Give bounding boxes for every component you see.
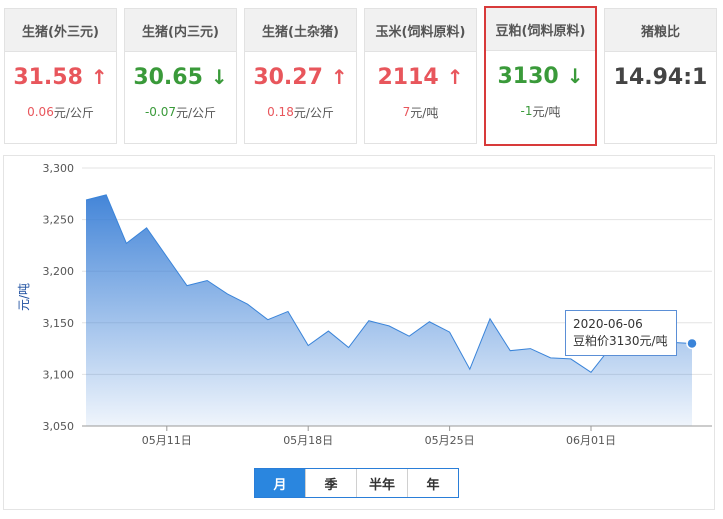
price-card-3[interactable]: 生猪(土杂猪) 30.27 ↑ 0.18 元/公斤	[244, 8, 357, 144]
tooltip-text: 豆粕价3130元/吨	[573, 334, 668, 348]
card-change-value: 0.06	[27, 105, 54, 119]
x-tick-label: 05月25日	[425, 434, 475, 447]
card-title: 玉米(饲料原料)	[365, 9, 476, 52]
arrow-up-icon: ↑	[446, 65, 464, 89]
price-cards: 生猪(外三元) 31.58 ↑ 0.06 元/公斤 生猪(内三元) 30.65 ↓ -0.07 元…	[4, 6, 720, 148]
card-change: -0.07 元/公斤	[125, 102, 236, 122]
x-tick-label: 06月01日	[566, 434, 616, 447]
tab-2[interactable]: 季	[306, 469, 357, 497]
card-change: 0.18 元/公斤	[245, 102, 356, 122]
tab-4[interactable]: 年	[408, 469, 458, 497]
card-price-value: 30.27	[253, 64, 323, 90]
card-price-value: 14.94:1	[613, 64, 708, 90]
arrow-up-icon: ↑	[90, 65, 108, 89]
card-price: 31.58 ↑	[5, 52, 116, 102]
arrow-down-icon: ↓	[210, 65, 228, 89]
price-card-4[interactable]: 玉米(饲料原料) 2114 ↑ 7 元/吨	[364, 8, 477, 144]
tab-1[interactable]: 月	[255, 469, 306, 497]
arrow-up-icon: ↑	[330, 65, 348, 89]
price-card-5[interactable]: 豆粕(饲料原料) 3130 ↓ -1 元/吨	[484, 6, 597, 146]
tooltip-date: 2020-06-06	[573, 317, 643, 331]
card-change-unit: 元/吨	[410, 105, 439, 120]
card-price: 14.94:1	[605, 52, 716, 102]
y-tick-label: 3,300	[43, 162, 75, 175]
card-change-unit: 元/公斤	[293, 105, 334, 120]
chart-tooltip: 2020-06-06 豆粕价3130元/吨	[565, 310, 677, 356]
price-card-2[interactable]: 生猪(内三元) 30.65 ↓ -0.07 元/公斤	[124, 8, 237, 144]
card-price: 30.27 ↑	[245, 52, 356, 102]
period-tabs: 月季半年年	[254, 468, 459, 498]
card-title: 生猪(内三元)	[125, 9, 236, 52]
card-title: 生猪(外三元)	[5, 9, 116, 52]
card-change: 0.06 元/公斤	[5, 102, 116, 122]
card-title: 猪粮比	[605, 9, 716, 52]
y-tick-label: 3,250	[43, 214, 75, 227]
arrow-down-icon: ↓	[566, 64, 584, 88]
y-tick-label: 3,200	[43, 265, 75, 278]
card-price-value: 3130	[497, 63, 559, 89]
card-change-value: -0.07	[144, 105, 176, 119]
card-change: 7 元/吨	[365, 102, 476, 122]
card-change-unit: 元/公斤	[53, 105, 94, 120]
y-axis-label: 元/吨	[17, 283, 31, 311]
card-change-unit: 元/公斤	[176, 105, 217, 120]
card-price-value: 30.65	[133, 64, 203, 90]
price-card-6[interactable]: 猪粮比 14.94:1	[604, 8, 717, 144]
card-title: 豆粕(饲料原料)	[486, 8, 595, 51]
card-price: 2114 ↑	[365, 52, 476, 102]
card-change-value: 0.18	[267, 105, 294, 119]
card-change-value: -1	[520, 104, 533, 118]
tab-3[interactable]: 半年	[357, 469, 408, 497]
card-change: -1 元/吨	[486, 101, 595, 121]
card-change-value: 7	[402, 105, 411, 119]
x-tick-label: 05月11日	[142, 434, 192, 447]
card-price: 30.65 ↓	[125, 52, 236, 102]
y-tick-label: 3,050	[43, 420, 75, 433]
price-card-1[interactable]: 生猪(外三元) 31.58 ↑ 0.06 元/公斤	[4, 8, 117, 144]
data-point-marker	[686, 337, 698, 350]
card-price-value: 31.58	[13, 64, 83, 90]
card-price: 3130 ↓	[486, 51, 595, 101]
card-title: 生猪(土杂猪)	[245, 9, 356, 52]
x-tick-label: 05月18日	[283, 434, 333, 447]
card-price-value: 2114	[377, 64, 439, 90]
y-tick-label: 3,150	[43, 317, 75, 330]
card-change-unit: 元/吨	[532, 104, 561, 119]
y-tick-label: 3,100	[43, 368, 75, 381]
